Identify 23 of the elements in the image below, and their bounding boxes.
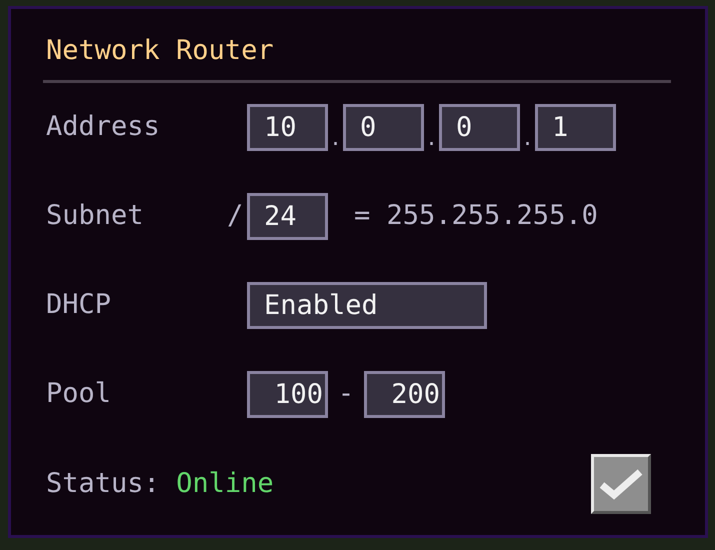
field-label: Subnet (46, 198, 145, 233)
dash-text: - (336, 376, 356, 411)
octet-field[interactable]: 0 (343, 104, 424, 150)
pool-start-field[interactable]: 100 (247, 370, 328, 418)
field-label: Address (46, 110, 161, 144)
dhcp-toggle-button[interactable]: Enabled (247, 282, 487, 328)
field-label: Pool (46, 376, 112, 411)
separator-dot: . (520, 128, 535, 148)
window-title: Network Router (46, 34, 274, 68)
pool-end-field[interactable]: 200 (364, 370, 445, 418)
subnet-mask-text: = 255.255.255.0 (354, 198, 598, 233)
status-value: Online (176, 468, 274, 499)
separator-dot: . (424, 128, 439, 148)
octet-field[interactable]: 1 (535, 104, 616, 150)
separator-dot: . (328, 128, 343, 148)
check-icon (599, 467, 643, 501)
confirm-button[interactable] (591, 454, 651, 514)
octet-field[interactable]: 0 (439, 104, 520, 150)
prefix-field[interactable]: 24 (247, 192, 328, 240)
field-label: DHCP (46, 288, 112, 322)
status-label: Status: (46, 468, 160, 499)
octet-field[interactable]: 10 (247, 104, 328, 150)
slash-text: / (227, 198, 244, 233)
